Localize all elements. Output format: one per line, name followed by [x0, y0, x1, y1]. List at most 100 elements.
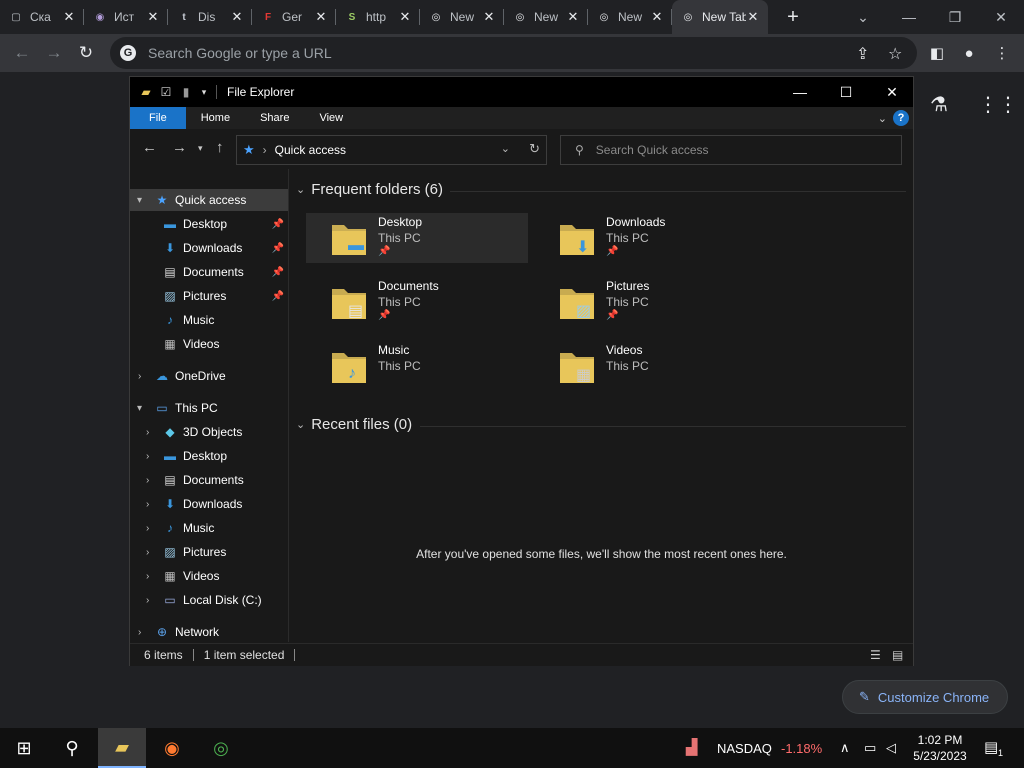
address-bar[interactable]: ★ › Quick access ⌄ ↻: [236, 135, 547, 165]
bookmark-star-icon[interactable]: ☆: [888, 44, 902, 64]
browser-tab[interactable]: ▢ Ска ✕: [0, 0, 84, 34]
recent-locations-icon[interactable]: ▾: [198, 143, 203, 154]
search-input[interactable]: ⚲ Search Quick access: [560, 135, 902, 165]
nav-pc-item[interactable]: › ▨ Pictures: [130, 541, 288, 563]
taskbar-file-explorer-icon[interactable]: ▰: [98, 728, 146, 768]
profile-icon[interactable]: ●: [953, 37, 985, 69]
nav-pc-item[interactable]: › ▤ Documents: [130, 469, 288, 491]
explorer-close-button[interactable]: ✕: [869, 77, 915, 107]
browser-tab[interactable]: ◎ New Tab ✕: [672, 0, 768, 34]
customize-chrome-button[interactable]: ✎ Customize Chrome: [842, 680, 1008, 714]
explorer-minimize-button[interactable]: —: [777, 77, 823, 107]
folder-tile[interactable]: ♪ Music This PC: [306, 341, 528, 391]
menu-kebab-icon[interactable]: ⋮: [986, 37, 1018, 69]
labs-flask-icon[interactable]: ⚗: [930, 92, 954, 116]
nav-qa-item[interactable]: ⬇ Downloads 📌: [130, 237, 288, 259]
tab-close-icon[interactable]: ✕: [62, 9, 76, 25]
tab-close-icon[interactable]: ✕: [314, 9, 328, 25]
ribbon-expand-icon[interactable]: ⌄: [878, 112, 887, 125]
explorer-forward-icon[interactable]: →: [172, 139, 187, 156]
tab-close-icon[interactable]: ✕: [146, 9, 160, 25]
recent-files-header[interactable]: ⌄ Recent files (0): [296, 416, 412, 433]
stock-chart-icon[interactable]: ▟: [686, 738, 698, 756]
pin-icon[interactable]: 📌: [272, 243, 284, 254]
pin-icon[interactable]: 📌: [272, 267, 284, 278]
large-icons-view-icon[interactable]: ▤: [892, 648, 903, 662]
details-view-icon[interactable]: ☰: [870, 648, 881, 662]
reload-button[interactable]: ↻: [70, 37, 102, 69]
refresh-icon[interactable]: ↻: [529, 141, 540, 157]
up-arrow-icon[interactable]: ↑: [216, 139, 224, 156]
nav-qa-item[interactable]: ♪ Music: [130, 309, 288, 331]
clock[interactable]: 1:02 PM 5/23/2023: [906, 732, 974, 764]
nav-pc-item[interactable]: › ▭ Local Disk (C:): [130, 589, 288, 611]
browser-tab[interactable]: Shttp ✕: [336, 0, 420, 34]
collapsed-chevron-icon[interactable]: ›: [138, 627, 141, 638]
collapsed-chevron-icon[interactable]: ›: [146, 499, 149, 510]
firefox-icon[interactable]: ◉: [148, 728, 196, 768]
minimize-button[interactable]: —: [886, 0, 932, 34]
frequent-folders-header[interactable]: ⌄ Frequent folders (6): [296, 181, 443, 198]
network-tray-icon[interactable]: ▭: [864, 740, 876, 756]
ribbon-tab-share[interactable]: Share: [245, 107, 304, 129]
windows-start-icon[interactable]: ⊞: [0, 728, 48, 768]
pin-icon[interactable]: 📌: [272, 291, 284, 302]
address-dropdown-icon[interactable]: ⌄: [501, 142, 510, 155]
folder-tile[interactable]: ⬇ Downloads This PC 📌: [534, 213, 756, 263]
omnibox[interactable]: G Search Google or type a URL ⇪ ☆: [110, 37, 917, 69]
explorer-maximize-button[interactable]: ☐: [823, 77, 869, 107]
explorer-back-icon[interactable]: ←: [142, 139, 157, 156]
breadcrumb-chevron-icon[interactable]: ›: [263, 143, 267, 157]
group-collapse-icon[interactable]: ⌄: [296, 183, 305, 196]
stock-name[interactable]: NASDAQ: [717, 741, 772, 756]
ribbon-tab-file[interactable]: File: [130, 107, 186, 129]
nav-network[interactable]: › ⊕ Network: [130, 621, 288, 643]
nav-onedrive[interactable]: › ☁ OneDrive: [130, 365, 288, 387]
nav-pc-item[interactable]: › ♪ Music: [130, 517, 288, 539]
browser-tab[interactable]: F Ger ✕: [252, 0, 336, 34]
nav-pc-item[interactable]: › ⬇ Downloads: [130, 493, 288, 515]
properties-icon[interactable]: ☑: [158, 84, 174, 100]
collapsed-chevron-icon[interactable]: ›: [146, 427, 149, 438]
ribbon-tab-home[interactable]: Home: [186, 107, 245, 129]
show-hidden-icons-icon[interactable]: ∧: [840, 740, 850, 756]
collapsed-chevron-icon[interactable]: ›: [146, 475, 149, 486]
notification-icon[interactable]: ▤: [984, 738, 998, 756]
browser-tab[interactable]: ◎ New ✕: [588, 0, 672, 34]
browser-tab[interactable]: t Dis ✕: [168, 0, 252, 34]
ribbon-tab-view[interactable]: View: [304, 107, 358, 129]
taskbar-chrome-icon[interactable]: ◎: [197, 728, 245, 768]
close-window-button[interactable]: ✕: [978, 0, 1024, 34]
expanded-chevron-icon[interactable]: ▾: [137, 403, 142, 414]
browser-tab[interactable]: ◉ Ист ✕: [84, 0, 168, 34]
collapsed-chevron-icon[interactable]: ›: [146, 547, 149, 558]
tab-search-icon[interactable]: ⌄: [840, 0, 886, 34]
collapsed-chevron-icon[interactable]: ›: [146, 571, 149, 582]
group-collapse-icon[interactable]: ⌄: [296, 418, 305, 431]
forward-button[interactable]: →: [38, 37, 70, 69]
side-panel-icon[interactable]: ◧: [921, 37, 953, 69]
nav-qa-item[interactable]: ▤ Documents 📌: [130, 261, 288, 283]
tab-close-icon[interactable]: ✕: [746, 9, 760, 25]
help-icon[interactable]: ?: [893, 110, 909, 126]
nav-this-pc[interactable]: ▾ ▭ This PC: [130, 397, 288, 419]
folder-tile[interactable]: ▤ Documents This PC 📌: [306, 277, 528, 327]
restore-button[interactable]: ❐: [932, 0, 978, 34]
new-tab-plus-icon[interactable]: +: [778, 2, 808, 32]
collapsed-chevron-icon[interactable]: ›: [146, 451, 149, 462]
volume-muted-icon[interactable]: ◁: [886, 740, 896, 756]
collapsed-chevron-icon[interactable]: ›: [146, 523, 149, 534]
nav-pc-item[interactable]: › ◆ 3D Objects: [130, 421, 288, 443]
breadcrumb[interactable]: Quick access: [275, 143, 346, 157]
share-icon[interactable]: ⇪: [856, 44, 869, 64]
qat-dropdown-icon[interactable]: ▾: [196, 84, 212, 100]
expanded-chevron-icon[interactable]: ▾: [137, 195, 142, 206]
tab-close-icon[interactable]: ✕: [398, 9, 412, 25]
pin-icon[interactable]: 📌: [272, 219, 284, 230]
browser-tab[interactable]: ◎ New ✕: [504, 0, 588, 34]
tab-close-icon[interactable]: ✕: [482, 9, 496, 25]
browser-tab[interactable]: ◎ New ✕: [420, 0, 504, 34]
folder-tile[interactable]: ▦ Videos This PC: [534, 341, 756, 391]
folder-tile[interactable]: ▬ Desktop This PC 📌: [306, 213, 528, 263]
nav-pc-item[interactable]: › ▬ Desktop: [130, 445, 288, 467]
